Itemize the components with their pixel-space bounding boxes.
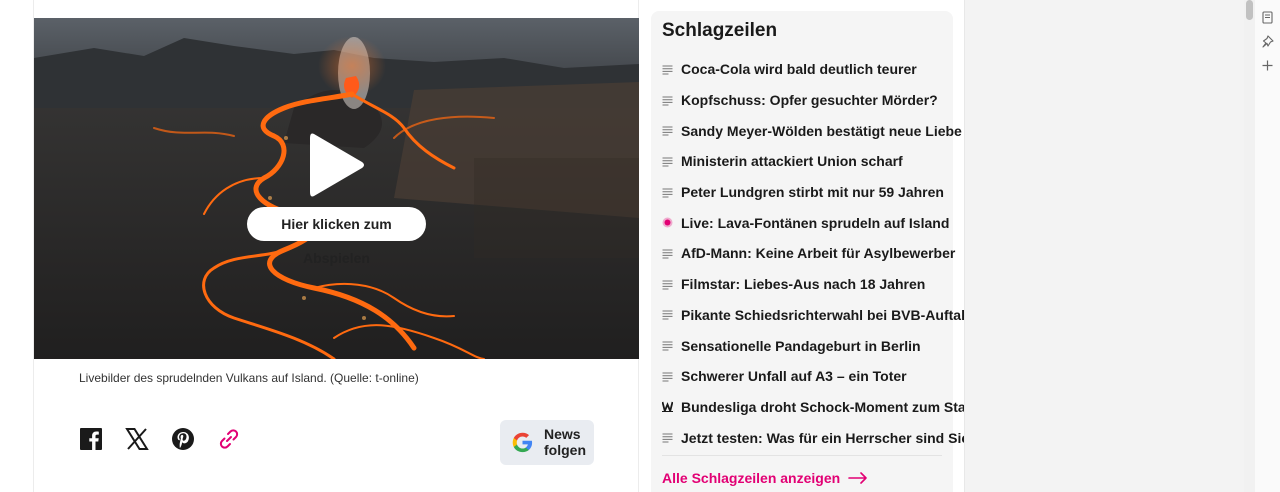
google-icon	[512, 432, 533, 453]
link-icon[interactable]	[217, 427, 241, 451]
headline-item[interactable]: Sensationelle Pandageburt in Berlin	[662, 330, 947, 361]
all-headlines-label: Alle Schlagzeilen anzeigen	[662, 470, 841, 486]
headlines-title: Schlagzeilen	[662, 20, 778, 41]
headline-text: Live: Lava-Fontänen sprudeln auf Island	[681, 214, 950, 231]
google-news-line2: folgen	[544, 442, 586, 458]
headline-text: Jetzt testen: Was für ein Herrscher sind…	[681, 429, 978, 446]
text-lines-icon	[662, 65, 673, 75]
video-caption: Livebilder des sprudelnden Vulkans auf I…	[79, 371, 419, 385]
headline-text: AfD-Mann: Keine Arbeit für Asylbewerber	[681, 245, 956, 262]
headline-item[interactable]: Filmstar: Liebes-Aus nach 18 Jahren	[662, 269, 947, 300]
headline-text: Peter Lundgren stirbt mit nur 59 Jahren	[681, 184, 944, 201]
facebook-icon[interactable]	[79, 427, 103, 451]
headline-item[interactable]: Bundesliga droht Schock-Moment zum Start	[662, 392, 976, 423]
bookmark-icon[interactable]	[1261, 11, 1274, 24]
text-lines-icon	[662, 249, 673, 259]
headline-item[interactable]: Live: Lava-Fontänen sprudeln auf Island	[662, 207, 950, 238]
headline-text: Ministerin attackiert Union scharf	[681, 153, 903, 170]
headline-item[interactable]: Sandy Meyer-Wölden bestätigt neue Liebe	[662, 115, 962, 146]
all-headlines-link[interactable]: Alle Schlagzeilen anzeigen	[662, 470, 868, 486]
text-lines-icon	[662, 372, 673, 382]
headline-item[interactable]: Pikante Schiedsrichterwahl bei BVB-Aufta…	[662, 300, 974, 331]
headline-item[interactable]: Kopfschuss: Opfer gesuchter Mörder?	[662, 85, 947, 116]
scrollbar[interactable]	[1244, 0, 1255, 492]
text-lines-icon	[662, 188, 673, 198]
page-left-gutter	[0, 0, 34, 492]
text-lines-icon	[662, 157, 673, 167]
browser-side-panel	[1255, 0, 1280, 492]
headline-text: Pikante Schiedsrichterwahl bei BVB-Aufta…	[681, 306, 974, 323]
headline-text: Sandy Meyer-Wölden bestätigt neue Liebe	[681, 122, 962, 139]
live-dot-icon	[662, 217, 673, 228]
w-logo-icon	[662, 402, 673, 413]
headlines-divider	[662, 455, 942, 456]
headline-text: Sensationelle Pandageburt in Berlin	[681, 337, 921, 354]
article-main: Hier klicken zum Abspielen Livebilder de…	[34, 0, 639, 492]
pinterest-icon[interactable]	[171, 427, 195, 451]
headline-item[interactable]: Peter Lundgren stirbt mit nur 59 Jahren	[662, 177, 947, 208]
headline-item[interactable]: Schwerer Unfall auf A3 – ein Toter	[662, 361, 947, 392]
google-news-line1: News	[544, 426, 581, 442]
headlines-list: Coca-Cola wird bald deutlich teurer Kopfs…	[662, 54, 978, 453]
arrow-right-icon	[848, 472, 867, 484]
headline-text: Filmstar: Liebes-Aus nach 18 Jahren	[681, 276, 926, 293]
google-news-follow-button[interactable]: News folgen	[500, 420, 594, 465]
add-icon[interactable]	[1261, 59, 1274, 72]
headline-item[interactable]: Jetzt testen: Was für ein Herrscher sind…	[662, 422, 978, 453]
text-lines-icon	[662, 126, 673, 136]
play-video-button[interactable]: Hier klicken zum Abspielen	[247, 207, 426, 266]
headlines-box: Schlagzeilen Coca-Cola wird bald deutlic…	[651, 11, 978, 492]
scrollbar-thumb[interactable]	[1246, 0, 1253, 20]
headline-text: Coca-Cola wird bald deutlich teurer	[681, 61, 917, 78]
pin-icon[interactable]	[1261, 35, 1274, 48]
x-icon[interactable]	[125, 427, 149, 451]
play-icon[interactable]	[308, 130, 366, 200]
headline-text: Kopfschuss: Opfer gesuchter Mörder?	[681, 92, 938, 109]
headline-item[interactable]: Coca-Cola wird bald deutlich teurer	[662, 54, 947, 85]
right-ad-area	[964, 0, 1244, 492]
text-lines-icon	[662, 433, 673, 443]
headline-item[interactable]: Ministerin attackiert Union scharf	[662, 146, 947, 177]
video-player[interactable]: Hier klicken zum Abspielen	[34, 18, 639, 359]
share-bar	[79, 427, 241, 451]
text-lines-icon	[662, 96, 673, 106]
text-lines-icon	[662, 280, 673, 290]
headline-item[interactable]: AfD-Mann: Keine Arbeit für Asylbewerber	[662, 238, 955, 269]
text-lines-icon	[662, 341, 673, 351]
text-lines-icon	[662, 310, 673, 320]
headline-text: Bundesliga droht Schock-Moment zum Start	[681, 398, 976, 415]
google-news-label: News folgen	[544, 426, 586, 458]
headline-text: Schwerer Unfall auf A3 – ein Toter	[681, 368, 907, 385]
